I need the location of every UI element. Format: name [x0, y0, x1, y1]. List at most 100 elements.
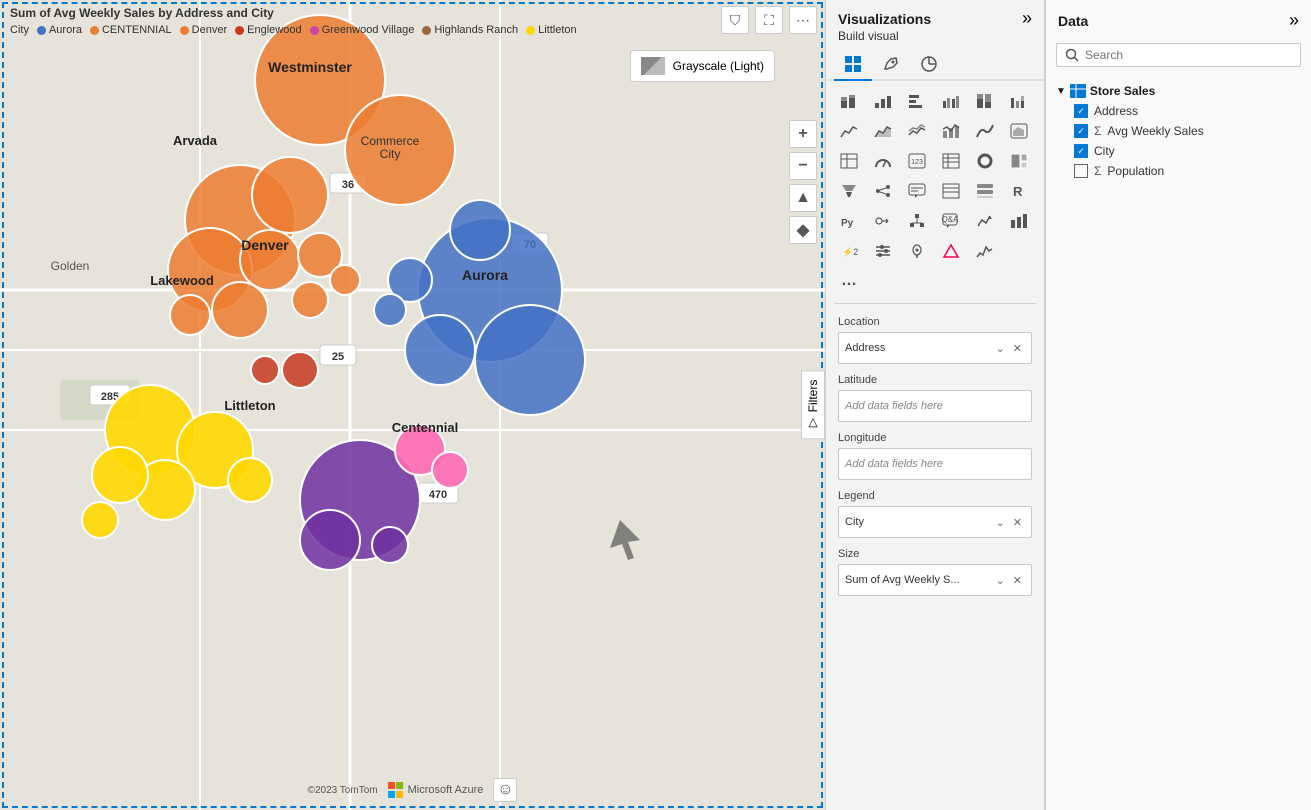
viz-map-azure[interactable]	[902, 237, 932, 265]
viz-python[interactable]: Py	[834, 207, 864, 235]
viz-shape[interactable]	[936, 237, 966, 265]
viz-line-stacked[interactable]	[902, 117, 932, 145]
viz-table[interactable]	[834, 147, 864, 175]
avg-weekly-sales-checkbox[interactable]	[1074, 124, 1088, 138]
viz-area-chart[interactable]	[868, 117, 898, 145]
viz-kpi[interactable]	[970, 207, 1000, 235]
viz-filled-map[interactable]	[1004, 117, 1034, 145]
field-avg-weekly-sales[interactable]: Σ Avg Weekly Sales	[1046, 121, 1311, 141]
viz-decomp-tree[interactable]	[868, 177, 898, 205]
viz-tab-chart[interactable]	[834, 49, 872, 81]
address-checkbox[interactable]	[1074, 104, 1088, 118]
longitude-placeholder: Add data fields here	[845, 458, 943, 470]
viz-tab-format[interactable]	[872, 49, 910, 81]
filter-funnel-icon: ▽	[806, 416, 820, 430]
viz-funnel[interactable]	[834, 177, 864, 205]
viz-key-influencers[interactable]	[868, 207, 898, 235]
field-population[interactable]: Σ Population	[1046, 161, 1311, 181]
map-attribution: ©2023 TomTom Microsoft Azure ☺	[308, 778, 518, 802]
legend-remove-button[interactable]: ✕	[1010, 515, 1025, 530]
viz-stacked-bar[interactable]	[834, 87, 864, 115]
viz-smart-filter[interactable]: ⚡23	[834, 237, 864, 265]
viz-donut[interactable]	[970, 147, 1000, 175]
viz-slicer-adv[interactable]	[868, 237, 898, 265]
viz-waterfall[interactable]	[1004, 87, 1034, 115]
population-checkbox[interactable]	[1074, 164, 1088, 178]
compass-button[interactable]: ▲	[789, 184, 817, 212]
legend-item-label: Denver	[192, 24, 227, 36]
dataset-name: Store Sales	[1090, 84, 1155, 98]
size-box[interactable]: Sum of Avg Weekly S... ⌄ ✕	[838, 564, 1032, 596]
azure-logo: Microsoft Azure	[388, 782, 484, 798]
legend-item: CENTENNIAL	[90, 24, 172, 36]
filter-button[interactable]: ⛉	[721, 6, 749, 34]
legend-chevron-button[interactable]: ⌄	[993, 515, 1008, 530]
viz-treemap[interactable]	[1004, 147, 1034, 175]
legend-item-label: CENTENNIAL	[102, 24, 172, 36]
field-wells: Location Address ⌄ ✕ Latitude Add data f…	[826, 306, 1044, 810]
location-chevron-button[interactable]: ⌄	[993, 341, 1008, 356]
viz-multirow-card[interactable]	[970, 177, 1000, 205]
viz-line-chart[interactable]	[834, 117, 864, 145]
legend-item: Greenwood Village	[310, 24, 415, 36]
viz-horizontal-bar[interactable]	[902, 87, 932, 115]
zoom-out-button[interactable]: −	[789, 152, 817, 180]
more-options-button[interactable]: ⋯	[789, 6, 817, 34]
viz-paginated[interactable]	[936, 177, 966, 205]
viz-panel-expand-button[interactable]: »	[1022, 8, 1032, 29]
location-remove-button[interactable]: ✕	[1010, 341, 1025, 356]
svg-text:Littleton: Littleton	[224, 398, 275, 413]
viz-gauge[interactable]	[868, 147, 898, 175]
viz-matrix[interactable]	[936, 147, 966, 175]
city-checkbox[interactable]	[1074, 144, 1088, 158]
latitude-placeholder: Add data fields here	[845, 400, 943, 412]
legend-item: Aurora	[37, 24, 82, 36]
map-area[interactable]: 36 70 25 285 470	[0, 0, 825, 810]
viz-panel-title: Visualizations	[838, 11, 931, 27]
legend-box[interactable]: City ⌄ ✕	[838, 506, 1032, 538]
city-label: City	[1094, 144, 1115, 158]
location-button[interactable]: ◆	[789, 216, 817, 244]
viz-anomaly[interactable]	[970, 237, 1000, 265]
filters-tab-button[interactable]: ▽ Filters	[801, 371, 825, 440]
viz-card[interactable]: 123	[902, 147, 932, 175]
style-selector[interactable]: Grayscale (Light)	[630, 50, 775, 82]
viz-org-chart[interactable]	[902, 207, 932, 235]
location-box[interactable]: Address ⌄ ✕	[838, 332, 1032, 364]
search-input[interactable]	[1085, 48, 1292, 62]
longitude-box[interactable]: Add data fields here	[838, 448, 1032, 480]
table-icon	[1070, 84, 1086, 98]
viz-bar-chart-2[interactable]	[1004, 207, 1034, 235]
viz-bar-chart[interactable]	[868, 87, 898, 115]
legend-item: Englewood	[235, 24, 301, 36]
legend-well: Legend City ⌄ ✕	[826, 484, 1044, 542]
viz-smart-narr[interactable]	[902, 177, 932, 205]
data-panel-header: Data »	[1046, 0, 1311, 35]
address-label: Address	[1094, 104, 1138, 118]
viz-more-button[interactable]: …	[834, 267, 864, 295]
viz-stacked-100[interactable]	[970, 87, 1000, 115]
store-sales-header[interactable]: ▼ Store Sales	[1046, 81, 1311, 101]
viz-grouped-bar[interactable]	[936, 87, 966, 115]
viz-separator	[834, 303, 1036, 304]
svg-text:Q&A: Q&A	[942, 215, 959, 224]
viz-combo[interactable]	[936, 117, 966, 145]
data-search-box[interactable]	[1056, 43, 1301, 67]
filters-tab-label: Filters	[806, 380, 820, 413]
focus-mode-button[interactable]: ⛶	[755, 6, 783, 34]
data-panel-expand-button[interactable]: »	[1289, 10, 1299, 31]
viz-ribbon[interactable]	[970, 117, 1000, 145]
size-chevron-button[interactable]: ⌄	[993, 573, 1008, 588]
latitude-box[interactable]: Add data fields here	[838, 390, 1032, 422]
legend-dot	[310, 26, 319, 35]
size-remove-button[interactable]: ✕	[1010, 573, 1025, 588]
zoom-in-button[interactable]: +	[789, 120, 817, 148]
viz-tab-analytics[interactable]	[910, 49, 948, 81]
smiley-button[interactable]: ☺	[493, 778, 517, 802]
viz-r-visual[interactable]: R	[1004, 177, 1034, 205]
svg-text:Py: Py	[841, 218, 854, 229]
field-address[interactable]: Address	[1046, 101, 1311, 121]
viz-qa[interactable]: Q&A	[936, 207, 966, 235]
svg-text:Centennial: Centennial	[392, 420, 458, 435]
field-city[interactable]: City	[1046, 141, 1311, 161]
